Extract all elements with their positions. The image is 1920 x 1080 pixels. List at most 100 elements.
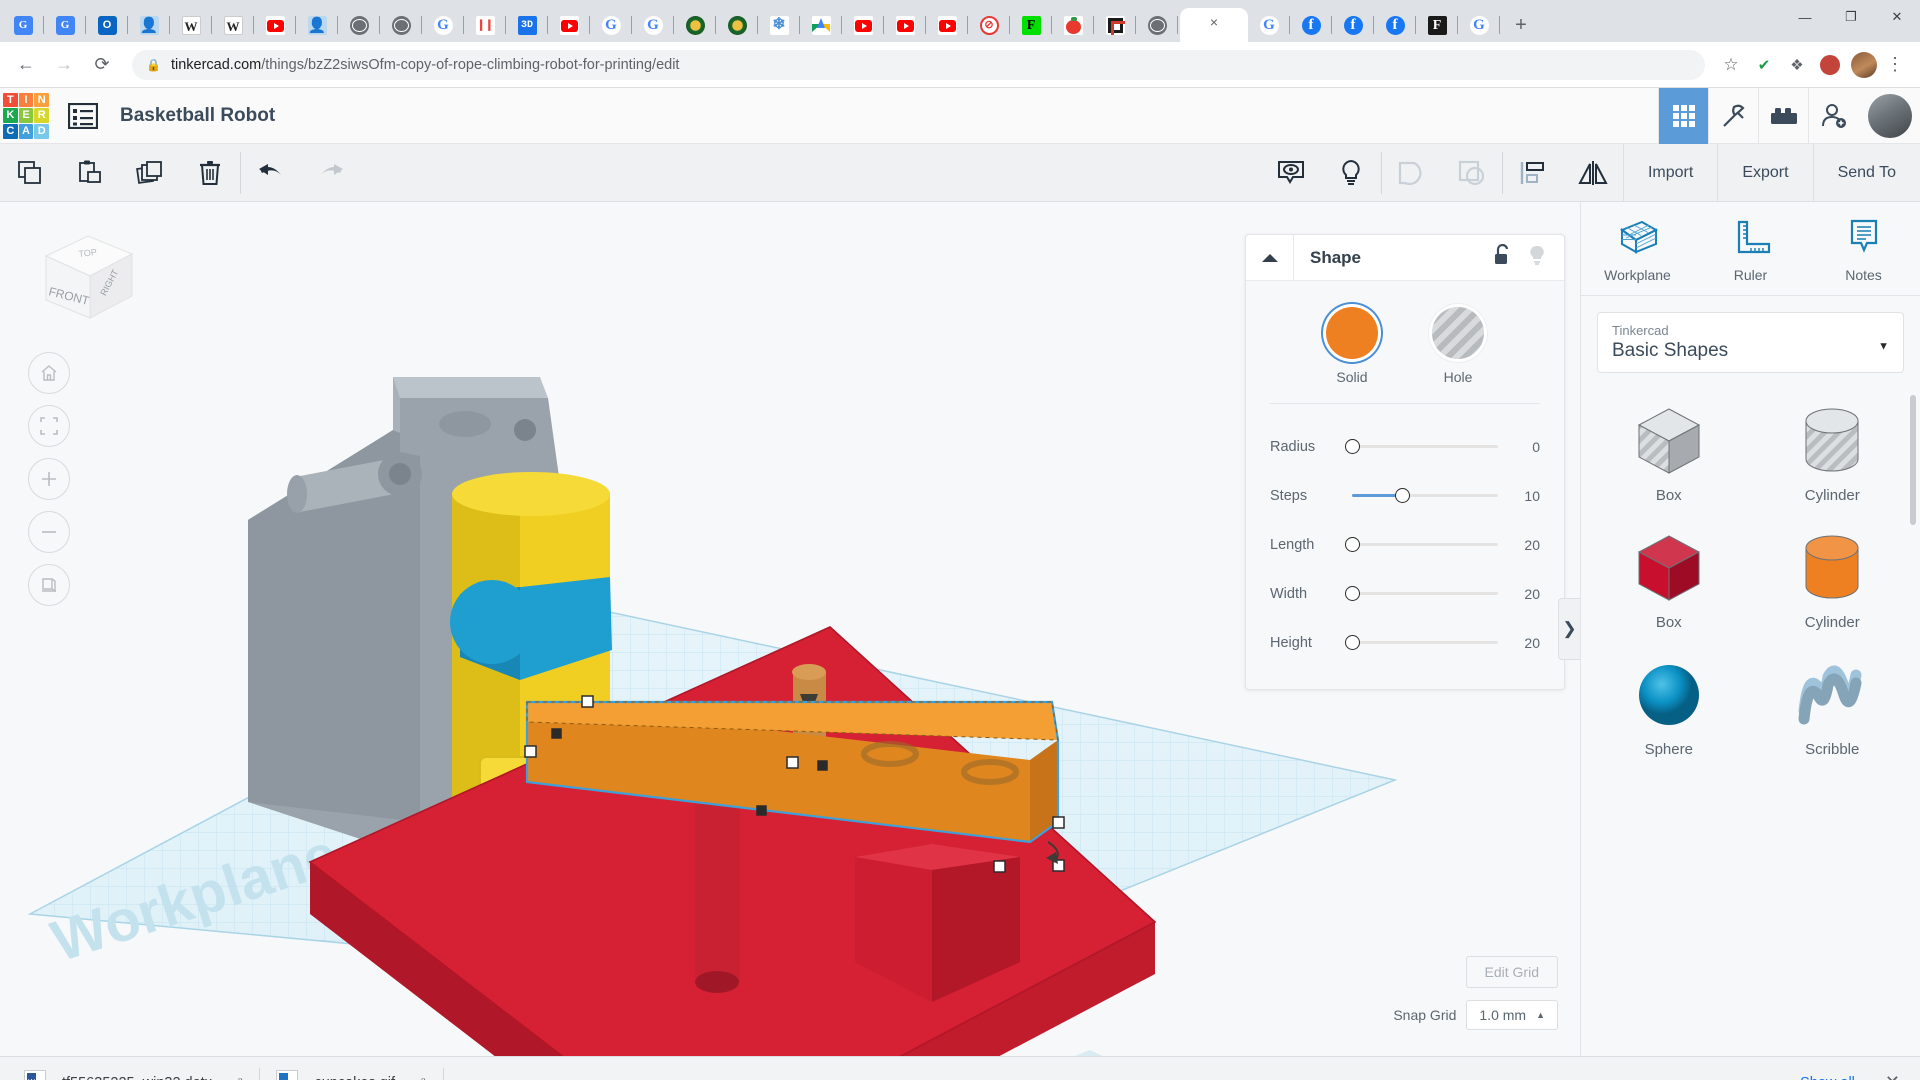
browser-menu-button[interactable]: ⋮ <box>1880 50 1910 80</box>
lego-brick-icon[interactable] <box>1758 88 1808 144</box>
solid-option[interactable]: Solid <box>1326 307 1378 385</box>
f-green-tab[interactable]: F <box>1010 8 1052 42</box>
sidebar-item-workplane[interactable]: Workplane <box>1581 202 1694 295</box>
sidebar-collapse-toggle[interactable]: ❯ <box>1558 598 1580 660</box>
home-icon[interactable] <box>28 352 70 394</box>
google-drive-tab[interactable] <box>800 8 842 42</box>
outlook-tab[interactable]: O <box>86 8 128 42</box>
snowflake-tab[interactable]: ❄ <box>758 8 800 42</box>
sidebar-item-notes[interactable]: Notes <box>1807 202 1920 295</box>
duplicate-icon[interactable] <box>120 144 180 202</box>
export-button[interactable]: Export <box>1717 144 1812 202</box>
grid-icon[interactable] <box>1658 88 1708 144</box>
fit-frame-icon[interactable] <box>28 405 70 447</box>
globe-tab[interactable] <box>338 8 380 42</box>
align-icon[interactable] <box>1503 144 1563 202</box>
globe-tab-2[interactable] <box>380 8 422 42</box>
minimize-window-button[interactable]: — <box>1782 0 1828 34</box>
ungroup-shapes-icon[interactable] <box>1442 144 1502 202</box>
google-tab-3[interactable]: G <box>632 8 674 42</box>
3d-tab[interactable]: 3D <box>506 8 548 42</box>
noredink-tab[interactable]: ⊘ <box>968 8 1010 42</box>
google-translate-tab[interactable]: G <box>2 8 44 42</box>
close-downloads-bar-button[interactable]: ✕ <box>1885 1072 1900 1080</box>
unlock-icon[interactable] <box>1493 244 1512 271</box>
active-browser-tab[interactable]: × <box>1180 8 1248 42</box>
property-slider[interactable] <box>1352 486 1498 506</box>
shape-box-solid[interactable]: Box <box>1587 514 1751 641</box>
slider-knob[interactable] <box>1345 439 1360 454</box>
google-tab[interactable]: G <box>422 8 464 42</box>
audio-tab[interactable] <box>464 8 506 42</box>
property-slider[interactable] <box>1352 535 1498 555</box>
person-add-icon[interactable] <box>1808 88 1858 144</box>
youtube-tab-2[interactable] <box>548 8 590 42</box>
download-item-gif[interactable]: cupcakes.gifⱏ <box>266 1066 435 1080</box>
shape-box-hole[interactable]: Box <box>1587 387 1751 514</box>
extension-profile-icon[interactable] <box>1815 50 1845 80</box>
back-button[interactable]: ← <box>10 49 42 81</box>
new-tab-button[interactable]: + <box>1504 8 1538 42</box>
hammer-icon[interactable] <box>1708 88 1758 144</box>
google-tab-5[interactable]: G <box>1458 8 1500 42</box>
reload-button[interactable]: ⟳ <box>86 49 118 81</box>
slider-knob[interactable] <box>1345 537 1360 552</box>
lightbulb-icon[interactable] <box>1528 244 1546 271</box>
youtube-tab-3[interactable] <box>842 8 884 42</box>
paste-icon[interactable] <box>60 144 120 202</box>
show-all-downloads-button[interactable]: Show all <box>1786 1069 1869 1080</box>
property-slider[interactable] <box>1352 633 1498 653</box>
minus-icon[interactable] <box>28 511 70 553</box>
address-bar[interactable]: 🔒 tinkercad.com/things/bzZ2siwsOfm-copy-… <box>132 50 1705 80</box>
property-slider[interactable] <box>1352 437 1498 457</box>
browser-profile-avatar[interactable] <box>1851 52 1877 78</box>
youtube-tab-5[interactable] <box>926 8 968 42</box>
hole-swatch[interactable] <box>1432 307 1484 359</box>
forward-button[interactable]: → <box>48 49 80 81</box>
google-tab-2[interactable]: G <box>590 8 632 42</box>
user-avatar[interactable] <box>1868 94 1912 138</box>
perspective-icon[interactable] <box>28 564 70 606</box>
profile-tab[interactable]: 👤 <box>128 8 170 42</box>
property-slider[interactable] <box>1352 584 1498 604</box>
shape-cylinder-solid[interactable]: Cylinder <box>1751 514 1915 641</box>
sidebar-item-ruler[interactable]: Ruler <box>1694 202 1807 295</box>
trash-icon[interactable] <box>180 144 240 202</box>
shape-scribble[interactable]: Scribble <box>1751 641 1915 768</box>
wikipedia-tab-2[interactable]: W <box>212 8 254 42</box>
facebook-tab[interactable]: f <box>1290 8 1332 42</box>
facebook-tab-2[interactable]: f <box>1332 8 1374 42</box>
youtube-tab[interactable] <box>254 8 296 42</box>
globe-tab-3[interactable] <box>1136 8 1178 42</box>
slider-knob[interactable] <box>1345 586 1360 601</box>
google-translate-tab-2[interactable]: G <box>44 8 86 42</box>
snap-grid-select[interactable]: 1.0 mm ▲ <box>1466 1000 1558 1030</box>
group-shapes-icon[interactable] <box>1382 144 1442 202</box>
chevron-up-icon[interactable] <box>1246 235 1294 281</box>
shape-cylinder-hole[interactable]: Cylinder <box>1751 387 1915 514</box>
download-item-dotx[interactable]: Wtf55635225_win32.dotxⱏ <box>14 1066 252 1080</box>
document-list-icon[interactable] <box>66 101 100 131</box>
f-black-tab[interactable]: F <box>1416 8 1458 42</box>
edit-grid-button[interactable]: Edit Grid <box>1466 956 1558 988</box>
crop-tab[interactable] <box>1094 8 1136 42</box>
copy-icon[interactable] <box>0 144 60 202</box>
slider-knob[interactable] <box>1395 488 1410 503</box>
seal-tab[interactable] <box>674 8 716 42</box>
undo-arrow-icon[interactable] <box>241 144 301 202</box>
plus-icon[interactable] <box>28 458 70 500</box>
seal-tab-2[interactable] <box>716 8 758 42</box>
mirror-icon[interactable] <box>1563 144 1623 202</box>
redo-arrow-icon[interactable] <box>301 144 361 202</box>
profile-tab-2[interactable]: 👤 <box>296 8 338 42</box>
chevron-up-icon[interactable]: ⱏ <box>419 1075 425 1080</box>
facebook-tab-3[interactable]: f <box>1374 8 1416 42</box>
bookmark-star-icon[interactable]: ☆ <box>1716 50 1746 80</box>
lightbulb-icon[interactable] <box>1321 144 1381 202</box>
send-to-button[interactable]: Send To <box>1813 144 1920 202</box>
shape-library-select[interactable]: Tinkercad Basic Shapes ▼ <box>1597 312 1904 373</box>
import-button[interactable]: Import <box>1623 144 1717 202</box>
chevron-up-icon[interactable]: ⱏ <box>236 1075 242 1080</box>
sidebar-scrollbar[interactable] <box>1910 395 1916 525</box>
extension-puzzle-icon[interactable]: ❖ <box>1782 50 1812 80</box>
